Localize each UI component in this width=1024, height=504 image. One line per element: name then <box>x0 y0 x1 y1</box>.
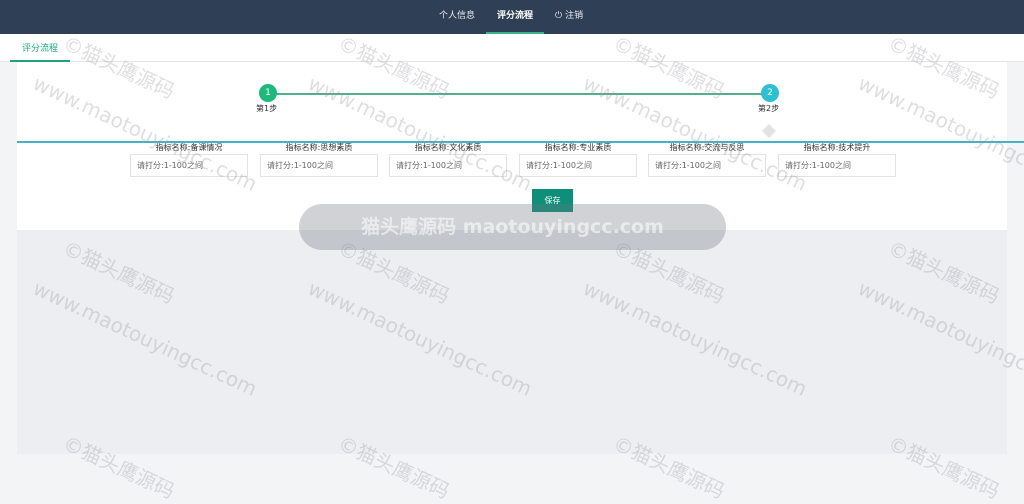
step-connector-line <box>268 93 770 95</box>
score-input[interactable] <box>260 154 378 177</box>
step-2-circle: 2 <box>761 84 779 102</box>
field-label: 指标名称:交流与反思 <box>669 143 745 152</box>
field-professional-quality: 指标名称:专业素质 <box>519 142 637 177</box>
score-input[interactable] <box>389 154 507 177</box>
save-button[interactable]: 保存 <box>532 189 573 212</box>
nav-scoring-process[interactable]: 评分流程 <box>486 0 545 34</box>
content-background <box>17 230 1007 454</box>
field-ideological-quality: 指标名称:思想素质 <box>260 142 378 177</box>
tab-bar: 评分流程 <box>0 34 1024 62</box>
field-communication-reflection: 指标名称:交流与反思 <box>648 142 766 177</box>
main-nav: 个人信息 评分流程 ⏻ 注销 <box>428 0 594 34</box>
nav-personal-info[interactable]: 个人信息 <box>428 0 486 34</box>
field-label: 指标名称:备课情况 <box>155 143 223 152</box>
field-lesson-preparation: 指标名称:备课情况 <box>130 142 248 177</box>
step-1-circle: 1 <box>259 84 277 102</box>
nav-logout[interactable]: ⏻ 注销 <box>544 0 594 34</box>
top-navbar: 个人信息 评分流程 ⏻ 注销 <box>0 0 1024 34</box>
field-label: 指标名称:思想素质 <box>285 143 353 152</box>
step-2-label: 第2步 <box>758 104 780 113</box>
score-input[interactable] <box>648 154 766 177</box>
score-input[interactable] <box>519 154 637 177</box>
nav-logout-label: 注销 <box>565 11 584 21</box>
field-label: 指标名称:专业素质 <box>544 143 612 152</box>
power-icon: ⏻ <box>555 11 563 21</box>
score-input[interactable] <box>778 154 896 177</box>
step-1-label: 第1步 <box>256 104 278 113</box>
score-input[interactable] <box>130 154 248 177</box>
tab-scoring-process[interactable]: 评分流程 <box>10 40 71 62</box>
field-technical-improvement: 指标名称:技术提升 <box>778 142 896 177</box>
field-cultural-quality: 指标名称:文化素质 <box>389 142 507 177</box>
field-label: 指标名称:文化素质 <box>414 143 482 152</box>
field-label: 指标名称:技术提升 <box>803 143 871 152</box>
